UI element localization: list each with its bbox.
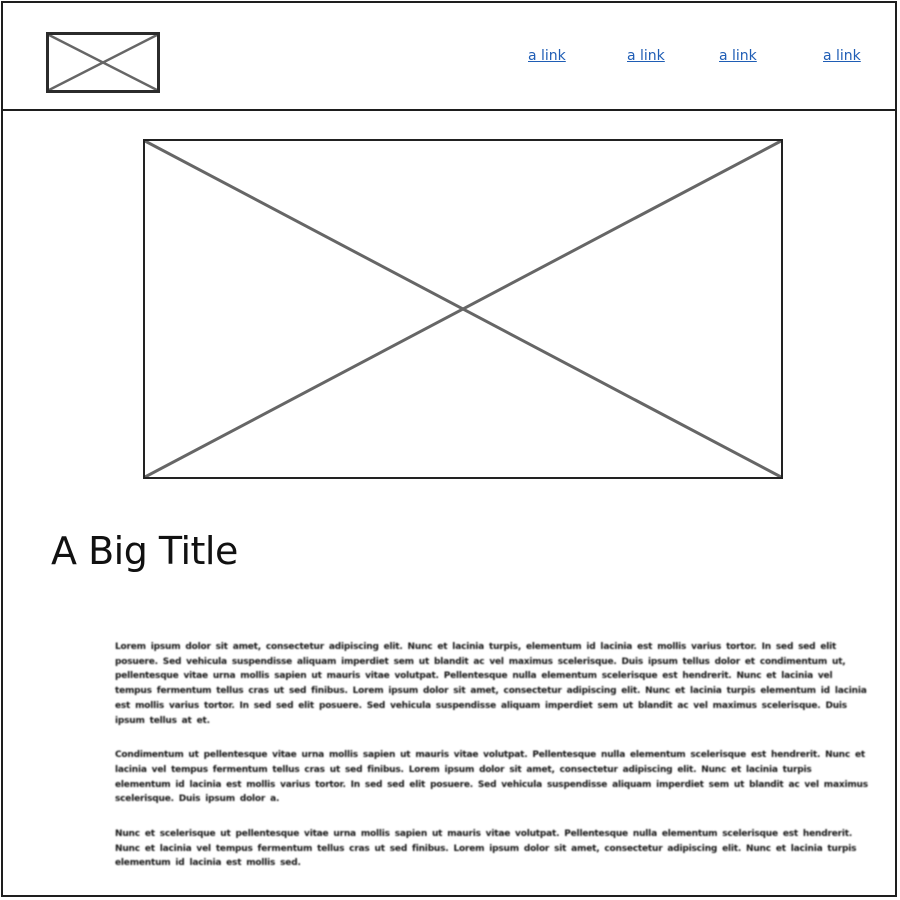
nav-link-2[interactable]: a link [627, 48, 665, 64]
page-frame: a link a link a link a link A Big Title … [1, 1, 897, 897]
site-header: a link a link a link a link [3, 3, 895, 111]
paragraph: Nunc et scelerisque ut pellentesque vita… [115, 829, 857, 869]
logo-image-placeholder[interactable] [46, 32, 160, 93]
nav-link-1[interactable]: a link [528, 48, 566, 64]
body-text: Lorem ipsum dolor sit amet, consectetur … [115, 640, 869, 891]
paragraph: Condimentum ut pellentesque vitae urna m… [115, 750, 868, 805]
nav-link-3[interactable]: a link [719, 48, 757, 64]
image-placeholder-icon [49, 35, 157, 90]
image-placeholder-icon [145, 141, 781, 477]
page-title: A Big Title [51, 529, 238, 573]
hero-image-placeholder [143, 139, 783, 479]
nav-link-4[interactable]: a link [823, 48, 861, 64]
paragraph: Lorem ipsum dolor sit amet, consectetur … [115, 642, 867, 726]
